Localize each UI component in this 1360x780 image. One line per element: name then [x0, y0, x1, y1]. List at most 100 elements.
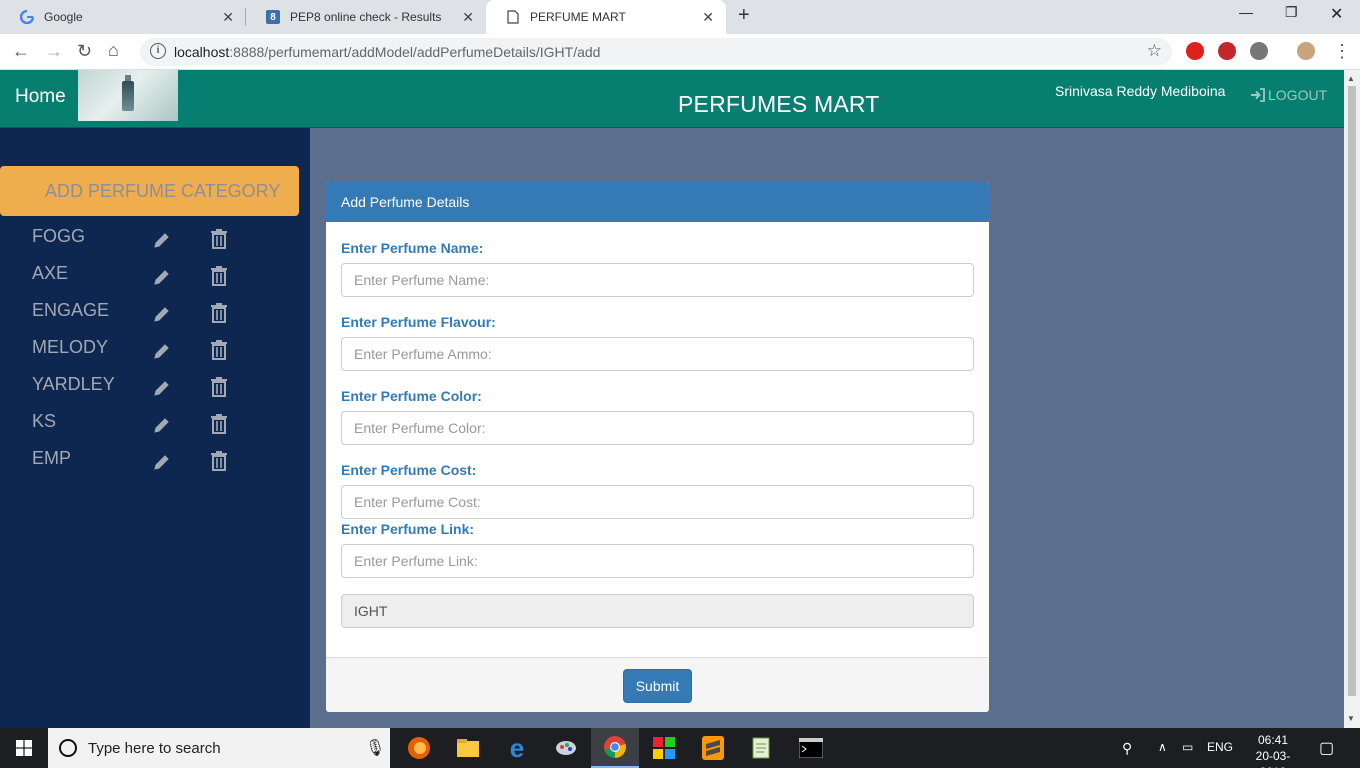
category-readonly-field: IGHT	[341, 594, 974, 628]
bottle-icon	[122, 74, 134, 111]
trash-icon[interactable]	[209, 339, 229, 361]
site-title: PERFUMES MART	[678, 91, 880, 117]
app-tiles-taskbar-icon[interactable]	[640, 728, 688, 768]
category-name[interactable]: MELODY	[32, 337, 108, 358]
edge-taskbar-icon[interactable]: e	[493, 728, 541, 768]
scroll-up-icon[interactable]: ▲	[1347, 74, 1355, 83]
notepad-taskbar-icon[interactable]	[738, 728, 786, 768]
browser-tab-pep8[interactable]: 8 PEP8 online check - Results ✕	[246, 0, 486, 34]
login-arrow-icon	[1251, 88, 1265, 102]
perfume-logo-image	[78, 70, 178, 121]
perfume-flavour-input[interactable]: Enter Perfume Ammo:	[341, 337, 974, 371]
trash-icon[interactable]	[209, 302, 229, 324]
taskbar-search[interactable]: Type here to search 🎙	[48, 728, 390, 768]
restore-icon[interactable]: ❐	[1285, 4, 1298, 21]
adblock-extension-icon[interactable]	[1218, 42, 1236, 60]
trash-icon[interactable]	[209, 450, 229, 472]
category-list: FOGG AXE ENGAGE MELODY YARDLEY KS EMP	[0, 224, 310, 483]
pencil-icon[interactable]	[152, 267, 172, 287]
pencil-icon[interactable]	[152, 341, 172, 361]
web-page: Home PERFUMES MART Srinivasa Reddy Medib…	[0, 70, 1344, 728]
browser-toolbar: ← → ↻ ⌂ i localhost:8888/perfumemart/add…	[0, 34, 1360, 70]
scroll-thumb[interactable]	[1348, 86, 1356, 696]
close-tab-icon[interactable]: ✕	[462, 9, 474, 26]
browser-tab-perfume-mart[interactable]: PERFUME MART ✕	[486, 0, 726, 34]
pencil-icon[interactable]	[152, 415, 172, 435]
perfume-cost-label: Enter Perfume Cost:	[341, 462, 477, 478]
home-link[interactable]: Home	[15, 86, 66, 108]
category-item: EMP	[0, 446, 310, 483]
category-name[interactable]: KS	[32, 411, 56, 432]
panel-heading: Add Perfume Details	[326, 182, 989, 222]
perfume-name-input[interactable]: Enter Perfume Name:	[341, 263, 974, 297]
trash-icon[interactable]	[209, 228, 229, 250]
windows-taskbar: Type here to search 🎙 e ⚲ ∧ ▭ ENG 06:41 …	[0, 728, 1360, 779]
profile-avatar[interactable]	[1297, 42, 1315, 60]
language-indicator[interactable]: ENG	[1207, 740, 1233, 754]
close-tab-icon[interactable]: ✕	[222, 9, 234, 26]
scroll-down-icon[interactable]: ▼	[1347, 714, 1355, 723]
category-name[interactable]: YARDLEY	[32, 374, 115, 395]
chrome-taskbar-icon[interactable]	[591, 728, 639, 768]
submit-button[interactable]: Submit	[623, 669, 692, 703]
category-name[interactable]: ENGAGE	[32, 300, 109, 321]
windows-logo-icon	[16, 740, 32, 756]
home-icon[interactable]: ⌂	[108, 40, 119, 61]
command-prompt-taskbar-icon[interactable]	[787, 728, 835, 768]
page-scrollbar[interactable]: ▲ ▼	[1344, 70, 1360, 728]
back-icon[interactable]: ←	[12, 41, 30, 62]
microphone-icon[interactable]: 🎙	[365, 738, 385, 758]
perfume-cost-input[interactable]: Enter Perfume Cost:	[341, 485, 974, 519]
pep8-icon: 8	[266, 10, 280, 24]
category-item: MELODY	[0, 335, 310, 372]
new-tab-icon[interactable]: +	[738, 4, 750, 27]
perfume-link-input[interactable]: Enter Perfume Link:	[341, 544, 974, 578]
browser-tab-google[interactable]: Google ✕	[0, 0, 246, 34]
category-item: KS	[0, 409, 310, 446]
category-name[interactable]: AXE	[32, 263, 68, 284]
minimize-icon[interactable]: —	[1239, 4, 1253, 20]
tab-title: PEP8 online check - Results	[290, 10, 442, 24]
perfume-flavour-label: Enter Perfume Flavour:	[341, 314, 496, 330]
notification-icon[interactable]: ▢	[1319, 738, 1334, 758]
sublime-text-taskbar-icon[interactable]	[689, 728, 737, 768]
pencil-icon[interactable]	[152, 378, 172, 398]
tab-title: PERFUME MART	[530, 10, 626, 24]
firefox-taskbar-icon[interactable]	[395, 728, 443, 768]
perfume-name-label: Enter Perfume Name:	[341, 240, 484, 256]
logout-link[interactable]: LOGOUT	[1250, 87, 1327, 103]
menu-dots-icon[interactable]: ⋮	[1333, 41, 1351, 62]
people-icon[interactable]: ⚲	[1122, 740, 1132, 757]
opera-extension-icon[interactable]	[1186, 42, 1204, 60]
url-text[interactable]: localhost:8888/perfumemart/addModel/addP…	[174, 44, 600, 60]
close-tab-icon[interactable]: ✕	[702, 9, 714, 26]
clock[interactable]: 06:41 20-03-2019	[1243, 732, 1303, 780]
start-button[interactable]	[0, 728, 48, 768]
perfume-color-input[interactable]: Enter Perfume Color:	[341, 411, 974, 445]
trash-icon[interactable]	[209, 265, 229, 287]
pencil-icon[interactable]	[152, 452, 172, 472]
forward-icon[interactable]: →	[45, 41, 63, 62]
trash-icon[interactable]	[209, 413, 229, 435]
paint-taskbar-icon[interactable]	[542, 728, 590, 768]
site-header: Home PERFUMES MART Srinivasa Reddy Medib…	[0, 70, 1344, 128]
add-perfume-category-button[interactable]: ADD PERFUME CATEGORY	[0, 166, 299, 216]
extension-icon[interactable]	[1250, 42, 1268, 60]
category-name[interactable]: FOGG	[32, 226, 85, 247]
close-window-icon[interactable]: ✕	[1330, 4, 1343, 24]
add-perfume-details-panel: Add Perfume Details Enter Perfume Name: …	[326, 182, 989, 712]
reload-icon[interactable]: ↻	[77, 41, 92, 62]
category-name[interactable]: EMP	[32, 448, 71, 469]
info-icon[interactable]: i	[150, 43, 166, 59]
pencil-icon[interactable]	[152, 230, 172, 250]
chevron-up-icon[interactable]: ∧	[1158, 740, 1167, 754]
trash-icon[interactable]	[209, 376, 229, 398]
pencil-icon[interactable]	[152, 304, 172, 324]
search-placeholder: Type here to search	[88, 740, 221, 757]
perfume-link-label: Enter Perfume Link:	[341, 521, 475, 537]
file-explorer-taskbar-icon[interactable]	[444, 728, 492, 768]
document-icon	[506, 10, 520, 24]
battery-icon[interactable]: ▭	[1182, 740, 1193, 754]
address-bar[interactable]: i localhost:8888/perfumemart/addModel/ad…	[140, 38, 1172, 66]
bookmark-star-icon[interactable]: ☆	[1147, 41, 1162, 61]
